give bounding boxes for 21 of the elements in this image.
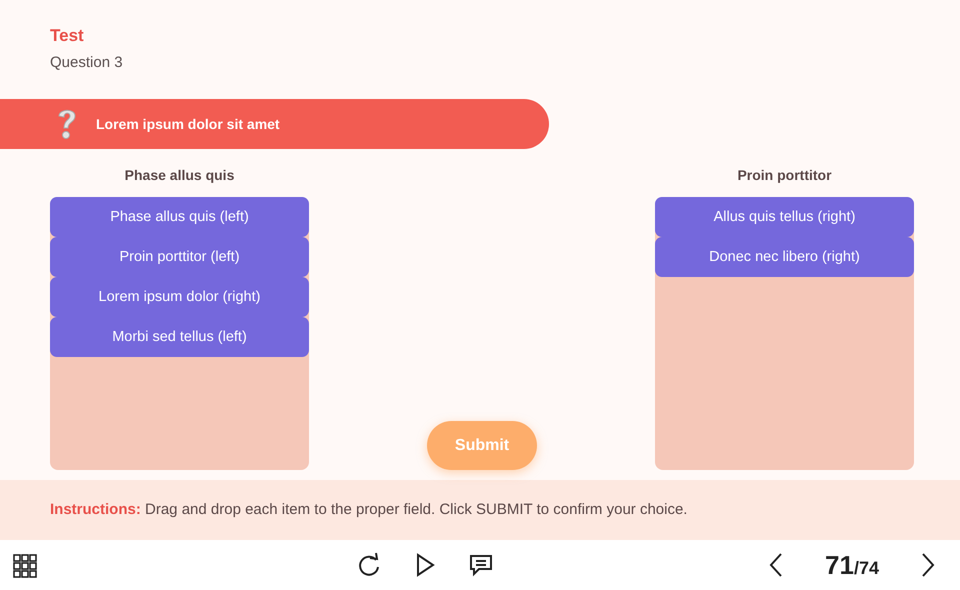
drag-item[interactable]: Morbi sed tellus (left) — [50, 317, 309, 357]
zone-heading: Proin porttitor — [736, 167, 833, 185]
drag-item[interactable]: Lorem ipsum dolor (right) — [50, 277, 309, 317]
instructions-text: Instructions: Drag and drop each item to the proper field. Click SUBMIT to confirm your choice. — [50, 500, 688, 520]
drag-item[interactable]: Allus quis tellus (right) — [655, 197, 914, 237]
drop-zone[interactable]: Phase allus quis (left) Proin porttitor (left) Lorem ipsum dolor (right) Morbi sed tellus (left) — [50, 197, 309, 470]
test-title: Test — [50, 26, 85, 46]
grid-menu-button[interactable] — [12, 552, 40, 578]
question-mark-icon — [56, 107, 78, 141]
question-text: Lorem ipsum dolor sit amet — [96, 114, 280, 134]
drag-item[interactable]: Proin porttitor (left) — [50, 237, 309, 277]
drop-zone[interactable]: Allus quis tellus (right) Donec nec libero (right) — [655, 197, 914, 470]
grid-menu-icon — [12, 552, 40, 578]
drag-item[interactable]: Donec nec libero (right) — [655, 237, 914, 277]
comment-icon — [468, 552, 494, 578]
page-current: 71 — [825, 548, 854, 582]
zone-heading: Phase allus quis — [124, 167, 236, 185]
comment-button[interactable] — [468, 552, 494, 578]
drag-item[interactable]: Phase allus quis (left) — [50, 197, 309, 237]
question-number: Question 3 — [50, 53, 124, 73]
page-total: /74 — [854, 556, 879, 580]
